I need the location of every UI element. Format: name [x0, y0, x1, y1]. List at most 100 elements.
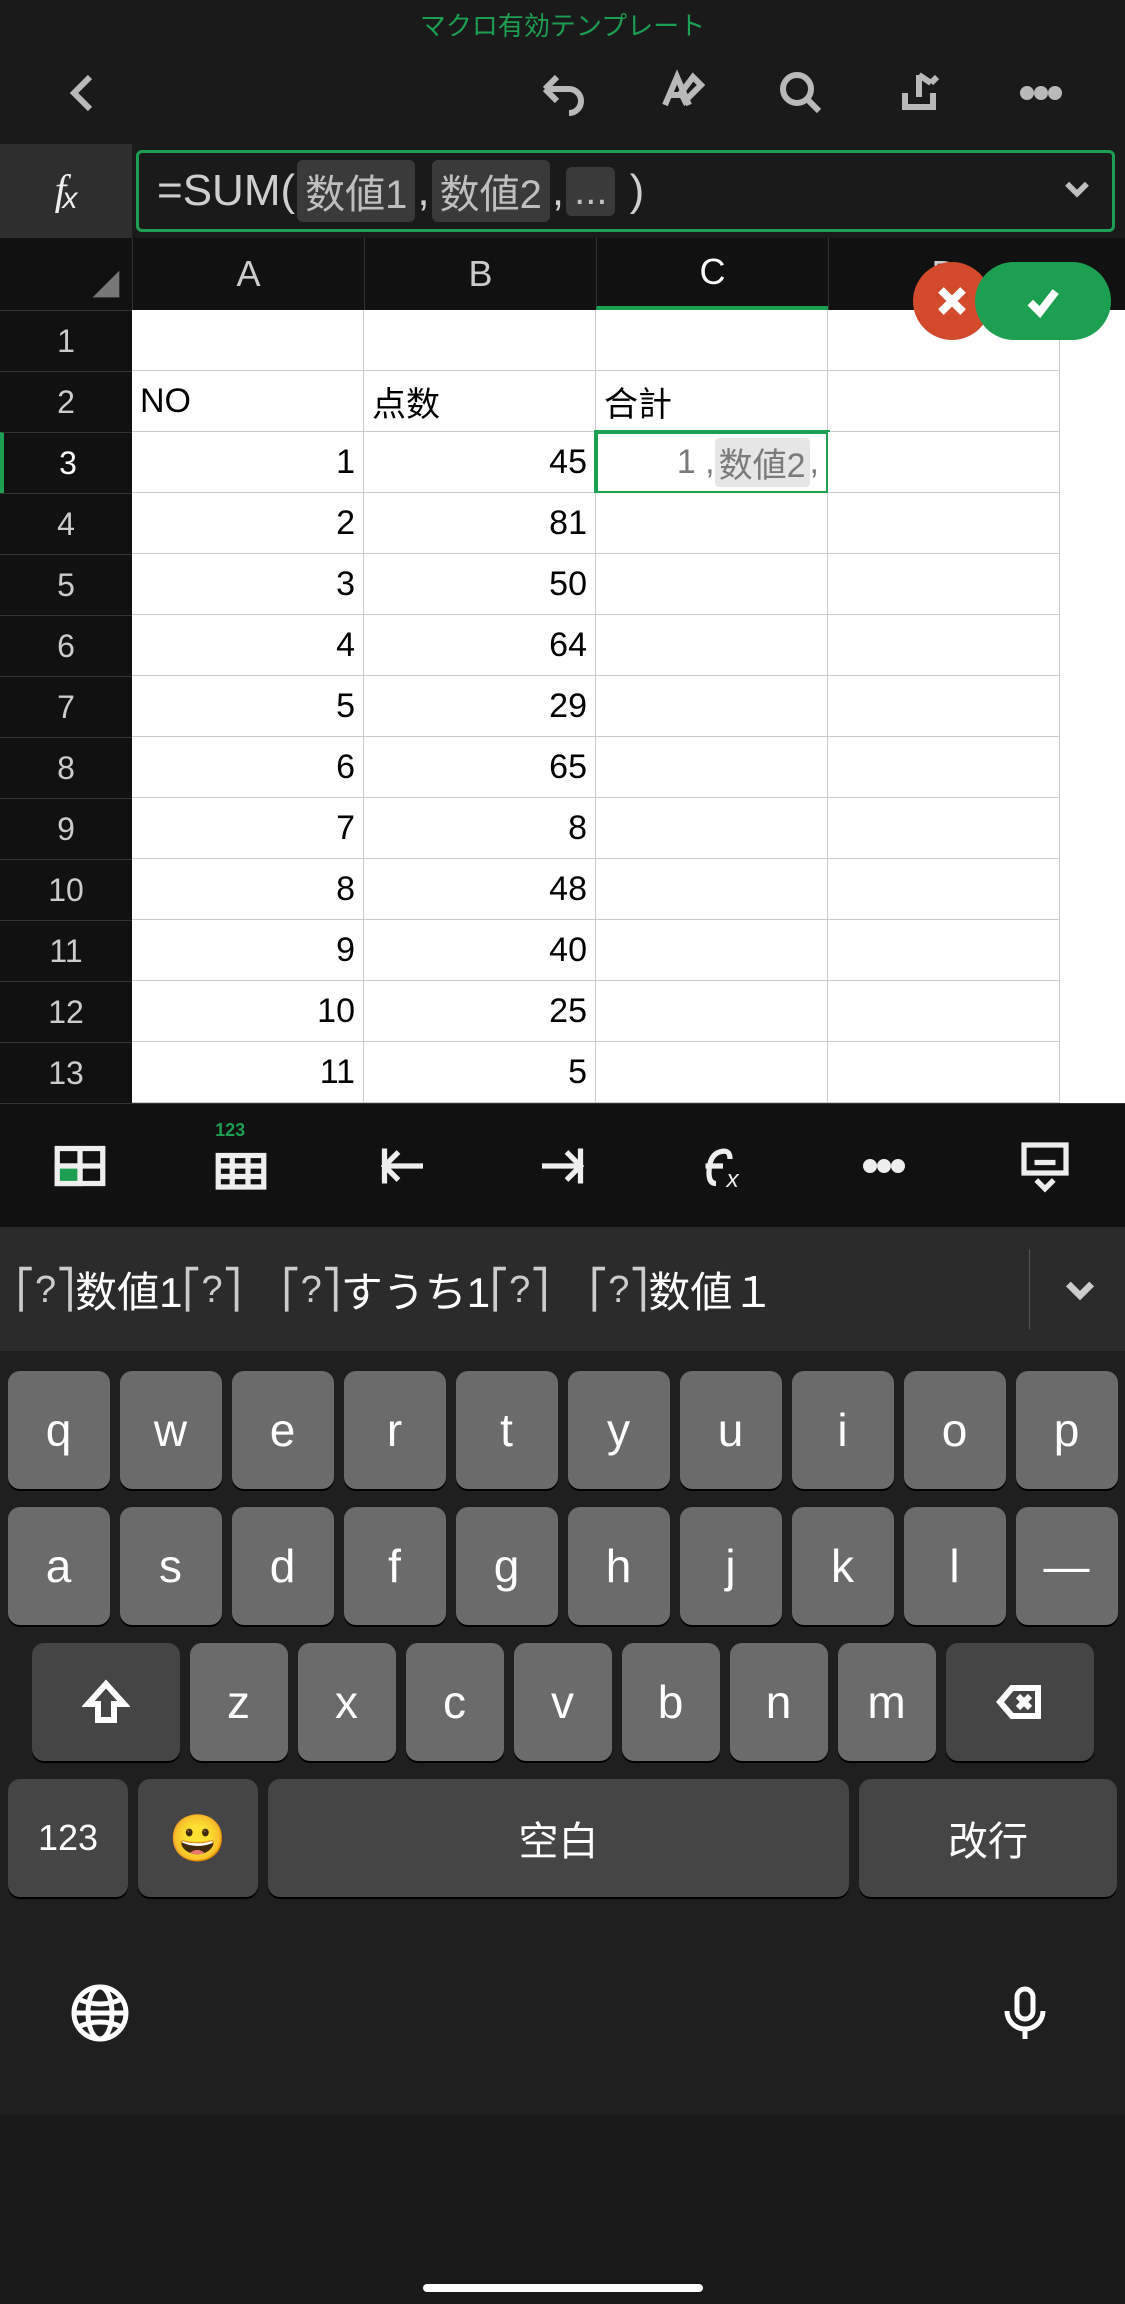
cell-A4[interactable]: 2: [132, 493, 364, 554]
cell-B12[interactable]: 25: [364, 981, 596, 1042]
key-—[interactable]: —: [1016, 1507, 1118, 1625]
dictation-key[interactable]: [993, 1981, 1057, 2050]
key-j[interactable]: j: [680, 1507, 782, 1625]
cell-B9[interactable]: 8: [364, 798, 596, 859]
emoji-key[interactable]: 😀: [138, 1779, 258, 1897]
cell-A12[interactable]: 10: [132, 981, 364, 1042]
cell-D9[interactable]: [828, 798, 1060, 859]
cell-A8[interactable]: 6: [132, 737, 364, 798]
row-header[interactable]: 5: [0, 554, 132, 615]
cell-C2[interactable]: 合計: [596, 371, 828, 432]
cell-C11[interactable]: [596, 920, 828, 981]
row-header[interactable]: 12: [0, 981, 132, 1042]
cell-D2[interactable]: [828, 371, 1060, 432]
move-right-button[interactable]: [482, 1104, 643, 1227]
row-header[interactable]: 1: [0, 310, 132, 371]
collapse-suggestions-button[interactable]: [1029, 1249, 1109, 1329]
search-button[interactable]: [741, 53, 861, 133]
row-header[interactable]: 6: [0, 615, 132, 676]
select-all-button[interactable]: [0, 238, 132, 310]
cell-D10[interactable]: [828, 859, 1060, 920]
cell-A7[interactable]: 5: [132, 676, 364, 737]
cell-B6[interactable]: 64: [364, 615, 596, 676]
more-edit-button[interactable]: [804, 1104, 965, 1227]
key-k[interactable]: k: [792, 1507, 894, 1625]
row-header[interactable]: 3: [0, 432, 132, 493]
cell-A10[interactable]: 8: [132, 859, 364, 920]
key-u[interactable]: u: [680, 1371, 782, 1489]
more-button[interactable]: [981, 53, 1101, 133]
cell-A1[interactable]: [132, 310, 364, 371]
shift-key[interactable]: [32, 1643, 180, 1761]
cell-B4[interactable]: 81: [364, 493, 596, 554]
key-w[interactable]: w: [120, 1371, 222, 1489]
key-z[interactable]: z: [190, 1643, 288, 1761]
cell-A11[interactable]: 9: [132, 920, 364, 981]
suggestion-2[interactable]: ⎡?⎤すうち1⎡?⎤: [282, 1259, 550, 1320]
key-m[interactable]: m: [838, 1643, 936, 1761]
cell-C8[interactable]: [596, 737, 828, 798]
numeric-mode-key[interactable]: 123: [8, 1779, 128, 1897]
confirm-button[interactable]: [975, 262, 1111, 340]
key-d[interactable]: d: [232, 1507, 334, 1625]
cell-B2[interactable]: 点数: [364, 371, 596, 432]
globe-key[interactable]: [68, 1981, 132, 2050]
dismiss-keyboard-button[interactable]: [964, 1104, 1125, 1227]
undo-button[interactable]: [501, 53, 621, 133]
cell-D12[interactable]: [828, 981, 1060, 1042]
key-e[interactable]: e: [232, 1371, 334, 1489]
cell-C9[interactable]: [596, 798, 828, 859]
key-q[interactable]: q: [8, 1371, 110, 1489]
cell-C7[interactable]: [596, 676, 828, 737]
suggestion-1[interactable]: ⎡?⎤数値1⎡?⎤: [16, 1259, 242, 1320]
cell-C5[interactable]: [596, 554, 828, 615]
key-t[interactable]: t: [456, 1371, 558, 1489]
row-header[interactable]: 11: [0, 920, 132, 981]
key-f[interactable]: f: [344, 1507, 446, 1625]
key-l[interactable]: l: [904, 1507, 1006, 1625]
cell-C13[interactable]: [596, 1042, 828, 1103]
row-header[interactable]: 4: [0, 493, 132, 554]
key-g[interactable]: g: [456, 1507, 558, 1625]
cell-A2[interactable]: NO: [132, 371, 364, 432]
font-format-button[interactable]: [621, 53, 741, 133]
key-v[interactable]: v: [514, 1643, 612, 1761]
column-header-C[interactable]: C: [596, 238, 828, 310]
spreadsheet-grid[interactable]: A B C D 12NO点数合計31451 , 数値2 ,42815350646…: [0, 238, 1125, 1103]
cell-B3[interactable]: 45: [364, 432, 596, 493]
row-header[interactable]: 2: [0, 371, 132, 432]
cell-C10[interactable]: [596, 859, 828, 920]
key-y[interactable]: y: [568, 1371, 670, 1489]
cell-B11[interactable]: 40: [364, 920, 596, 981]
insert-function-button[interactable]: x: [643, 1104, 804, 1227]
cell-B13[interactable]: 5: [364, 1042, 596, 1103]
key-x[interactable]: x: [298, 1643, 396, 1761]
cell-C12[interactable]: [596, 981, 828, 1042]
formula-input[interactable]: =SUM( 数値1 , 数値2 , ... ): [136, 150, 1115, 232]
cell-C3[interactable]: 1 , 数値2 ,: [596, 432, 828, 493]
cell-D3[interactable]: [828, 432, 1060, 493]
key-o[interactable]: o: [904, 1371, 1006, 1489]
cell-A5[interactable]: 3: [132, 554, 364, 615]
cell-A9[interactable]: 7: [132, 798, 364, 859]
cell-C1[interactable]: [596, 310, 828, 371]
key-r[interactable]: r: [344, 1371, 446, 1489]
cell-B5[interactable]: 50: [364, 554, 596, 615]
move-left-button[interactable]: [321, 1104, 482, 1227]
fx-button[interactable]: fx: [0, 144, 132, 238]
backspace-key[interactable]: [946, 1643, 1094, 1761]
row-header[interactable]: 8: [0, 737, 132, 798]
cell-B10[interactable]: 48: [364, 859, 596, 920]
key-a[interactable]: a: [8, 1507, 110, 1625]
share-button[interactable]: [861, 53, 981, 133]
row-header[interactable]: 9: [0, 798, 132, 859]
return-key[interactable]: 改行: [859, 1779, 1117, 1897]
cell-D13[interactable]: [828, 1042, 1060, 1103]
formula-dropdown-icon[interactable]: [1060, 166, 1094, 216]
numeric-keyboard-button[interactable]: 123: [161, 1104, 322, 1227]
column-header-A[interactable]: A: [132, 238, 364, 310]
cell-D7[interactable]: [828, 676, 1060, 737]
suggestion-3[interactable]: ⎡?⎤数値１: [589, 1259, 774, 1320]
key-b[interactable]: b: [622, 1643, 720, 1761]
cell-C6[interactable]: [596, 615, 828, 676]
